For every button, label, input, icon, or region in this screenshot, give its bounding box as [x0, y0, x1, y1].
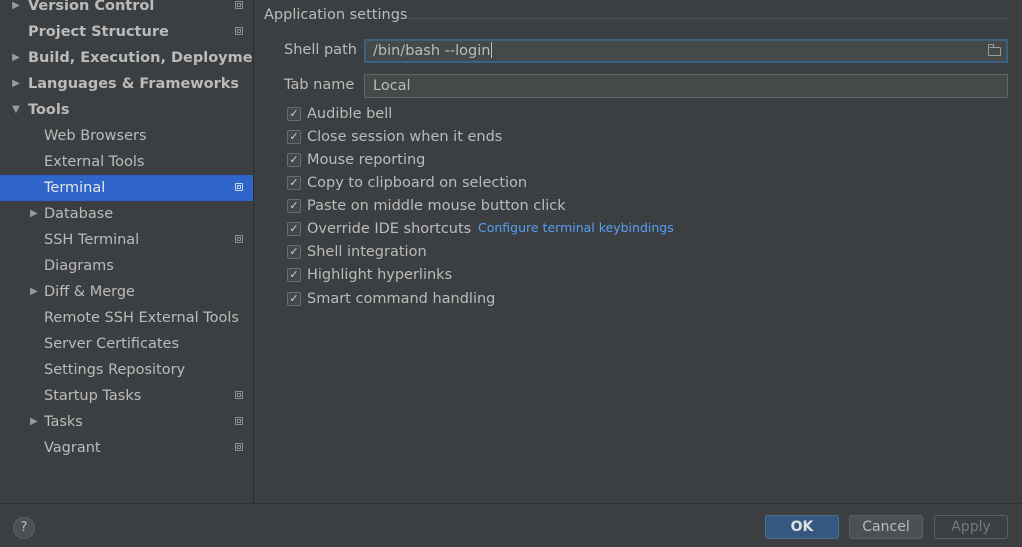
project-settings-icon	[235, 1, 243, 9]
checkmark-icon[interactable]: ✓	[287, 107, 301, 121]
tree-item-terminal[interactable]: Terminal	[0, 175, 253, 201]
checkmark-icon[interactable]: ✓	[287, 199, 301, 213]
chevron-right-icon[interactable]: ▶	[28, 201, 40, 227]
tree-item-label: Terminal	[44, 180, 106, 196]
tree-item-version-control[interactable]: ▶ Version Control	[0, 0, 253, 19]
checkmark-icon[interactable]: ✓	[287, 153, 301, 167]
tab-name-value: Local	[373, 78, 411, 94]
tree-item-label: Project Structure	[28, 24, 169, 40]
tree-item-label: Server Certificates	[44, 336, 180, 352]
tree-item-languages-frameworks[interactable]: ▶ Languages & Frameworks	[0, 71, 253, 97]
checkbox-label: Highlight hyperlinks	[307, 267, 453, 283]
tree-item-ssh-terminal[interactable]: SSH Terminal	[0, 227, 253, 253]
tree-item-label: Startup Tasks	[44, 388, 142, 404]
checkbox-label: Mouse reporting	[307, 152, 426, 168]
tree-item-remote-ssh-external-tools[interactable]: Remote SSH External Tools	[0, 305, 253, 331]
project-settings-icon	[235, 391, 243, 399]
tree-item-label: Database	[44, 206, 114, 222]
checkbox-label: Smart command handling	[307, 291, 496, 307]
tree-item-label: Diff & Merge	[44, 284, 135, 300]
checkmark-icon[interactable]: ✓	[287, 268, 301, 282]
checkbox-label: Paste on middle mouse button click	[307, 198, 566, 214]
tree-item-vagrant[interactable]: Vagrant	[0, 435, 253, 461]
tree-item-server-certificates[interactable]: Server Certificates	[0, 331, 253, 357]
tree-item-external-tools[interactable]: External Tools	[0, 149, 253, 175]
checkbox-label: Shell integration	[307, 244, 427, 260]
tree-item-project-structure[interactable]: Project Structure	[0, 19, 253, 45]
chevron-right-icon[interactable]: ▶	[10, 45, 22, 71]
ok-button[interactable]: OK	[765, 515, 839, 539]
tree-item-web-browsers[interactable]: Web Browsers	[0, 123, 253, 149]
shell-path-value: /bin/bash --login	[373, 43, 491, 59]
chevron-right-icon[interactable]: ▶	[10, 71, 22, 97]
tree-item-tools[interactable]: ▼ Tools	[0, 97, 253, 123]
settings-tree: ▶ Version Control Project Structure ▶ Bu…	[0, 0, 254, 503]
tree-item-label: Web Browsers	[44, 128, 147, 144]
tab-name-input[interactable]: Local	[364, 74, 1008, 98]
chevron-right-icon[interactable]: ▶	[28, 409, 40, 435]
checkbox-label: Close session when it ends	[307, 129, 503, 145]
group-title: Application settings	[264, 7, 408, 23]
tree-item-build-execution-deployment[interactable]: ▶ Build, Execution, Deployment	[0, 45, 253, 71]
tree-item-label: Vagrant	[44, 440, 101, 456]
chevron-right-icon[interactable]: ▶	[28, 279, 40, 305]
tree-item-diff-merge[interactable]: ▶ Diff & Merge	[0, 279, 253, 305]
tree-item-label: SSH Terminal	[44, 232, 140, 248]
checkbox-label: Audible bell	[307, 106, 393, 122]
dialog-button-bar: ? OK Cancel Apply	[0, 503, 1022, 547]
project-settings-icon	[235, 27, 243, 35]
tree-item-label: Version Control	[28, 0, 155, 14]
tree-item-label: Remote SSH External Tools	[44, 310, 239, 326]
checkmark-icon[interactable]: ✓	[287, 292, 301, 306]
help-button[interactable]: ?	[13, 517, 35, 539]
project-settings-icon	[235, 235, 243, 243]
tree-item-label: Diagrams	[44, 258, 114, 274]
apply-button[interactable]: Apply	[934, 515, 1008, 539]
tree-item-diagrams[interactable]: Diagrams	[0, 253, 253, 279]
tree-item-database[interactable]: ▶ Database	[0, 201, 253, 227]
tree-item-label: Tasks	[44, 414, 83, 430]
project-settings-icon	[235, 183, 243, 191]
checkbox-label: Copy to clipboard on selection	[307, 175, 528, 191]
tree-item-label: Settings Repository	[44, 362, 186, 378]
configure-keybindings-link[interactable]: Configure terminal keybindings	[478, 220, 674, 235]
tree-item-settings-repository[interactable]: Settings Repository	[0, 357, 253, 383]
shell-path-input[interactable]: /bin/bash --login	[364, 39, 1008, 63]
terminal-settings-panel: Application settings Shell path /bin/bas…	[254, 0, 1022, 503]
checkmark-icon[interactable]: ✓	[287, 222, 301, 236]
text-caret	[491, 42, 493, 58]
checkbox-label: Override IDE shortcuts	[307, 221, 472, 237]
tree-item-label: Languages & Frameworks	[28, 76, 240, 92]
tab-name-label: Tab name	[284, 77, 355, 93]
tree-item-tasks[interactable]: ▶ Tasks	[0, 409, 253, 435]
tree-item-label: Build, Execution, Deployment	[28, 50, 254, 66]
chevron-down-icon[interactable]: ▼	[10, 97, 22, 123]
folder-icon[interactable]	[988, 44, 1001, 56]
chevron-right-icon[interactable]: ▶	[10, 0, 22, 19]
group-divider	[406, 18, 1008, 19]
tree-item-label: Tools	[28, 102, 70, 118]
checkmark-icon[interactable]: ✓	[287, 176, 301, 190]
cancel-button[interactable]: Cancel	[849, 515, 923, 539]
shell-path-label: Shell path	[284, 42, 357, 58]
project-settings-icon	[235, 443, 243, 451]
tree-item-label: External Tools	[44, 154, 145, 170]
checkmark-icon[interactable]: ✓	[287, 245, 301, 259]
tree-item-startup-tasks[interactable]: Startup Tasks	[0, 383, 253, 409]
project-settings-icon	[235, 417, 243, 425]
checkmark-icon[interactable]: ✓	[287, 130, 301, 144]
